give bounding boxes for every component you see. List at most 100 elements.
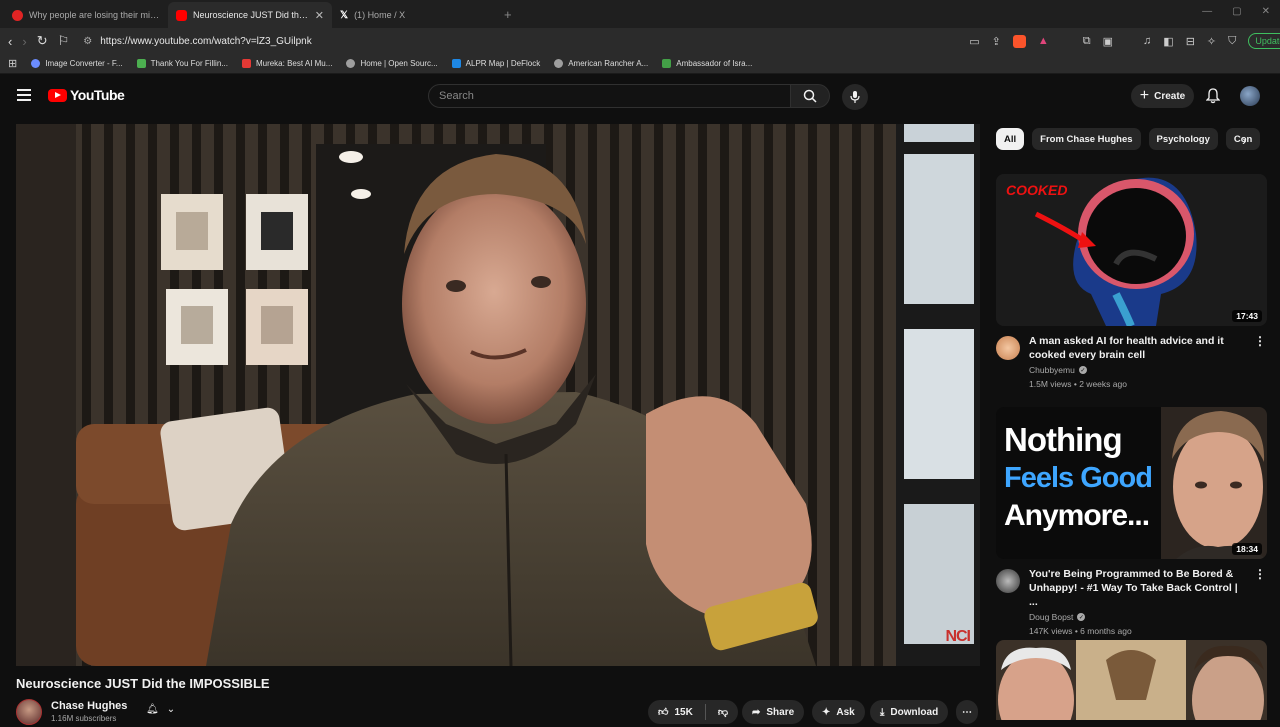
cast-icon[interactable]: ▭: [969, 35, 979, 48]
recommendation-stats: 147K views • 6 months ago: [1029, 626, 1132, 636]
browser-tab-active[interactable]: Neuroscience JUST Did the IMPO ✕: [168, 2, 332, 28]
apps-grid-icon[interactable]: ⊞: [8, 57, 17, 70]
logo-text: YouTube: [70, 87, 125, 103]
tab-title: Why people are losing their minds o: [29, 10, 160, 20]
vpn-icon[interactable]: ⛉: [1228, 35, 1236, 48]
tab-favicon-icon: [12, 9, 23, 21]
browser-tab[interactable]: Why people are losing their minds o: [4, 2, 168, 28]
recommendation-title[interactable]: You're Being Programmed to Be Bored & Un…: [1029, 567, 1244, 609]
bookmark-item[interactable]: Ambassador of Isra...: [662, 59, 752, 68]
bookmark-label: Thank You For Fillin...: [150, 59, 228, 68]
x-favicon-icon: 𝕏: [340, 9, 349, 21]
recommendation-item[interactable]: [996, 640, 1268, 720]
like-count[interactable]: 15K: [674, 707, 692, 718]
thumbnail-text-block: Nothing Feels Good Anymore...: [1004, 421, 1153, 535]
chevron-down-icon: ⌄: [166, 704, 176, 715]
url-text: https://www.youtube.com/watch?v=lZ3_GUil…: [100, 35, 312, 47]
bookmark-icon[interactable]: ⚐: [58, 33, 70, 49]
update-button[interactable]: Update: [1248, 33, 1280, 49]
channel-avatar[interactable]: [16, 699, 42, 725]
address-bar[interactable]: ⚙ https://www.youtube.com/watch?v=lZ3_GU…: [79, 31, 959, 51]
more-vertical-icon[interactable]: ⋮: [1254, 567, 1266, 581]
wallet-icon[interactable]: ▣: [1103, 35, 1113, 48]
youtube-logo[interactable]: YouTube: [48, 87, 125, 103]
download-button[interactable]: ⤓ Download: [870, 700, 949, 724]
video-thumbnail[interactable]: Nothing Feels Good Anymore... 18:34: [996, 407, 1267, 559]
download-icon: ⤓: [880, 706, 885, 718]
bookmark-item[interactable]: Home | Open Sourc...: [346, 59, 438, 68]
brave-shields-icon[interactable]: [1012, 34, 1026, 48]
new-tab-icon[interactable]: +: [504, 7, 512, 22]
recommendation-item[interactable]: Nothing Feels Good Anymore... 18:34 You'…: [996, 407, 1268, 636]
video-player[interactable]: NCI: [16, 124, 980, 666]
bookmark-favicon-icon: [451, 59, 461, 68]
voice-search-button[interactable]: [842, 84, 868, 110]
notifications-bell-icon[interactable]: [1206, 88, 1220, 104]
rewards-icon[interactable]: ▲: [1038, 35, 1049, 47]
extensions-icon[interactable]: ⧉: [1083, 35, 1091, 48]
tab-search-icon[interactable]: ⊟: [1186, 35, 1195, 48]
back-icon[interactable]: ‹: [8, 34, 12, 49]
search-button[interactable]: [790, 84, 830, 108]
toolbar-icons: ▭ ⇪ ▲ ⧉ ▣ ♫ ◧ ⊟ ✧ ⛉ Update: [969, 33, 1280, 49]
thumbs-down-icon[interactable]: 👎︎: [718, 706, 728, 718]
tab-title: (1) Home / X: [354, 10, 406, 20]
bookmark-item[interactable]: ALPR Map | DeFlock: [451, 59, 540, 68]
chevron-right-icon[interactable]: ›: [1242, 132, 1247, 148]
close-tab-icon[interactable]: ✕: [315, 9, 324, 22]
bookmark-item[interactable]: American Rancher A...: [554, 59, 648, 68]
bookmark-item[interactable]: Mureka: Best AI Mu...: [241, 59, 332, 68]
share-button[interactable]: ➦ Share: [742, 700, 805, 724]
recommendation-item[interactable]: COOKED 17:43 A man asked AI for health a…: [996, 174, 1268, 389]
account-avatar[interactable]: [1240, 86, 1260, 106]
maximize-icon[interactable]: ▢: [1232, 6, 1241, 17]
music-icon[interactable]: ♫: [1143, 35, 1151, 47]
forward-icon[interactable]: ›: [22, 34, 26, 49]
channel-name[interactable]: Chase Hughes: [51, 700, 127, 712]
thumbs-up-icon[interactable]: 👍︎: [658, 706, 668, 718]
recommendation-channel-row: Doug Bopst ✓: [1029, 612, 1268, 622]
recommendation-stats: 1.5M views • 2 weeks ago: [1029, 379, 1127, 389]
browser-tab[interactable]: 𝕏 (1) Home / X: [332, 2, 496, 28]
search-icon: [803, 89, 817, 103]
share-page-icon[interactable]: ⇪: [992, 35, 1001, 48]
search-input[interactable]: Search: [428, 84, 791, 108]
ask-label: Ask: [836, 706, 855, 718]
chip-psychology[interactable]: Psychology: [1148, 128, 1218, 150]
reload-icon[interactable]: ↻: [37, 33, 48, 49]
channel-avatar[interactable]: [996, 569, 1020, 593]
video-thumbnail[interactable]: COOKED 17:43: [996, 174, 1267, 326]
browser-toolbar: ‹ › ↻ ⚐ ⚙ https://www.youtube.com/watch?…: [0, 28, 1280, 54]
leo-icon[interactable]: ✧: [1207, 35, 1216, 48]
video-owner-row: Chase Hughes 1.16M subscribers 🔔︎ ⌄ 👍︎ 1…: [16, 697, 980, 727]
video-duration: 18:34: [1232, 543, 1262, 555]
video-thumbnail[interactable]: [996, 640, 1267, 720]
recommendation-channel-row: Chubbyemu ✓: [1029, 365, 1268, 375]
site-info-icon[interactable]: ⚙: [83, 36, 92, 47]
minimize-icon[interactable]: —: [1202, 6, 1212, 17]
thumbnail-text: COOKED: [1006, 182, 1068, 198]
more-vertical-icon[interactable]: ⋮: [1254, 334, 1266, 348]
bookmark-label: Ambassador of Isra...: [676, 59, 753, 68]
thumbnail-line: Feels Good: [1004, 462, 1153, 494]
subscription-bell-button[interactable]: 🔔︎ ⌄: [146, 704, 175, 715]
download-label: Download: [890, 706, 939, 718]
microphone-icon: [850, 91, 860, 103]
recommendation-channel[interactable]: Chubbyemu: [1029, 365, 1075, 375]
verified-check-icon: ✓: [1078, 366, 1087, 374]
ask-button[interactable]: ✦ Ask: [812, 700, 865, 724]
create-button[interactable]: + Create: [1131, 84, 1194, 108]
recommendation-title[interactable]: A man asked AI for health advice and it …: [1029, 334, 1244, 362]
channel-avatar[interactable]: [996, 336, 1020, 360]
recommendation-channel[interactable]: Doug Bopst: [1029, 612, 1073, 622]
bookmark-item[interactable]: Image Converter - F...: [31, 59, 123, 68]
chip-all[interactable]: All: [996, 128, 1025, 150]
more-actions-button[interactable]: ⋯: [956, 700, 978, 724]
youtube-play-icon: [48, 88, 67, 102]
bookmark-item[interactable]: Thank You For Fillin...: [136, 59, 228, 68]
bookmark-favicon-icon: [554, 59, 564, 68]
close-window-icon[interactable]: ✕: [1262, 6, 1270, 17]
menu-icon[interactable]: [17, 89, 31, 101]
chip-from-channel[interactable]: From Chase Hughes: [1032, 128, 1141, 150]
sidebar-toggle-icon[interactable]: ◧: [1163, 35, 1173, 48]
